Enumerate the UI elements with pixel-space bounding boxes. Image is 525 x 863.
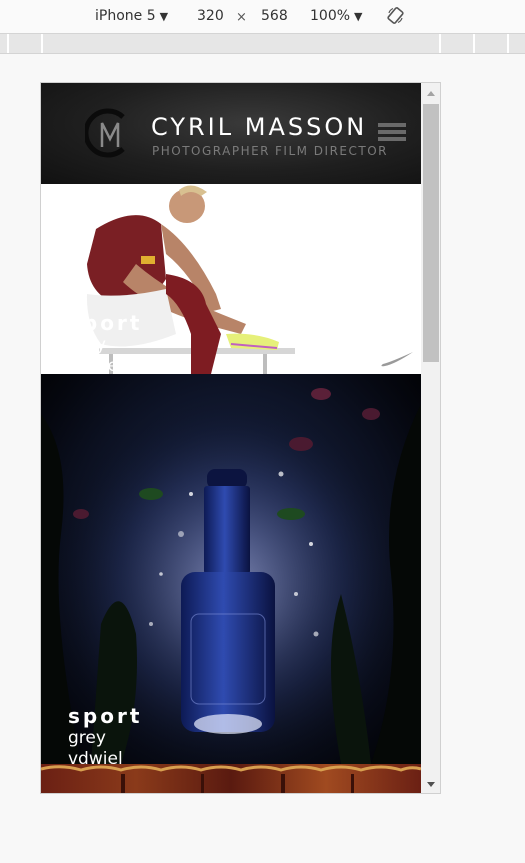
slide-subtitle: vdwiel xyxy=(68,356,123,374)
ruler-tick xyxy=(7,34,9,53)
device-frame: CYRIL MASSON PHOTOGRAPHER FILM DIRECTOR xyxy=(40,82,441,794)
tagline-film-director: FILM DIRECTOR xyxy=(275,144,388,158)
scroll-down-arrow-icon[interactable] xyxy=(421,775,441,793)
slide-caption: sport grey vdwiel xyxy=(68,311,142,374)
site-header: CYRIL MASSON PHOTOGRAPHER FILM DIRECTOR xyxy=(41,83,421,184)
width-input[interactable]: 320 xyxy=(197,8,224,24)
hamburger-menu-icon[interactable] xyxy=(378,123,406,145)
scrollbar-thumb[interactable] xyxy=(423,104,439,362)
page-viewport: CYRIL MASSON PHOTOGRAPHER FILM DIRECTOR xyxy=(41,83,421,793)
devtools-toolbar: iPhone 5 ▼ 320 × 568 100% ▼ xyxy=(0,0,525,33)
rotate-icon[interactable] xyxy=(387,7,404,24)
slide-subtitle: grey xyxy=(68,728,106,748)
portfolio-slide[interactable]: sport grey vdwiel xyxy=(41,184,421,374)
cm-monogram-icon[interactable] xyxy=(85,107,133,159)
ruler-tick xyxy=(473,34,475,53)
zoom-label: 100% xyxy=(310,8,351,24)
chevron-down-icon: ▼ xyxy=(354,10,363,23)
ruler-tick xyxy=(507,34,509,53)
device-select[interactable]: iPhone 5 ▼ xyxy=(95,8,168,24)
brand-title[interactable]: CYRIL MASSON xyxy=(151,113,367,141)
portfolio-slide[interactable] xyxy=(41,764,421,793)
dimension-separator: × xyxy=(236,10,247,25)
theater-photo xyxy=(41,765,421,793)
portfolio-slide[interactable]: sport grey vdwiel xyxy=(41,374,421,764)
scroll-up-arrow-icon[interactable] xyxy=(421,85,441,103)
ruler-tick xyxy=(41,34,43,53)
slide-subtitle: vdwiel xyxy=(68,749,123,764)
tagline-photographer: PHOTOGRAPHER xyxy=(152,144,271,158)
zoom-select[interactable]: 100% ▼ xyxy=(310,8,363,24)
slide-caption: sport grey vdwiel xyxy=(68,704,142,764)
height-input[interactable]: 568 xyxy=(261,8,288,24)
slide-title: sport xyxy=(68,704,143,728)
slide-subtitle: grey xyxy=(68,335,106,355)
slide-title: sport xyxy=(68,311,143,335)
chevron-down-icon: ▼ xyxy=(159,10,169,23)
vertical-scrollbar[interactable] xyxy=(421,83,441,793)
ruler-tick xyxy=(439,34,441,53)
device-label: iPhone 5 xyxy=(95,8,156,24)
media-query-ruler xyxy=(0,33,525,54)
